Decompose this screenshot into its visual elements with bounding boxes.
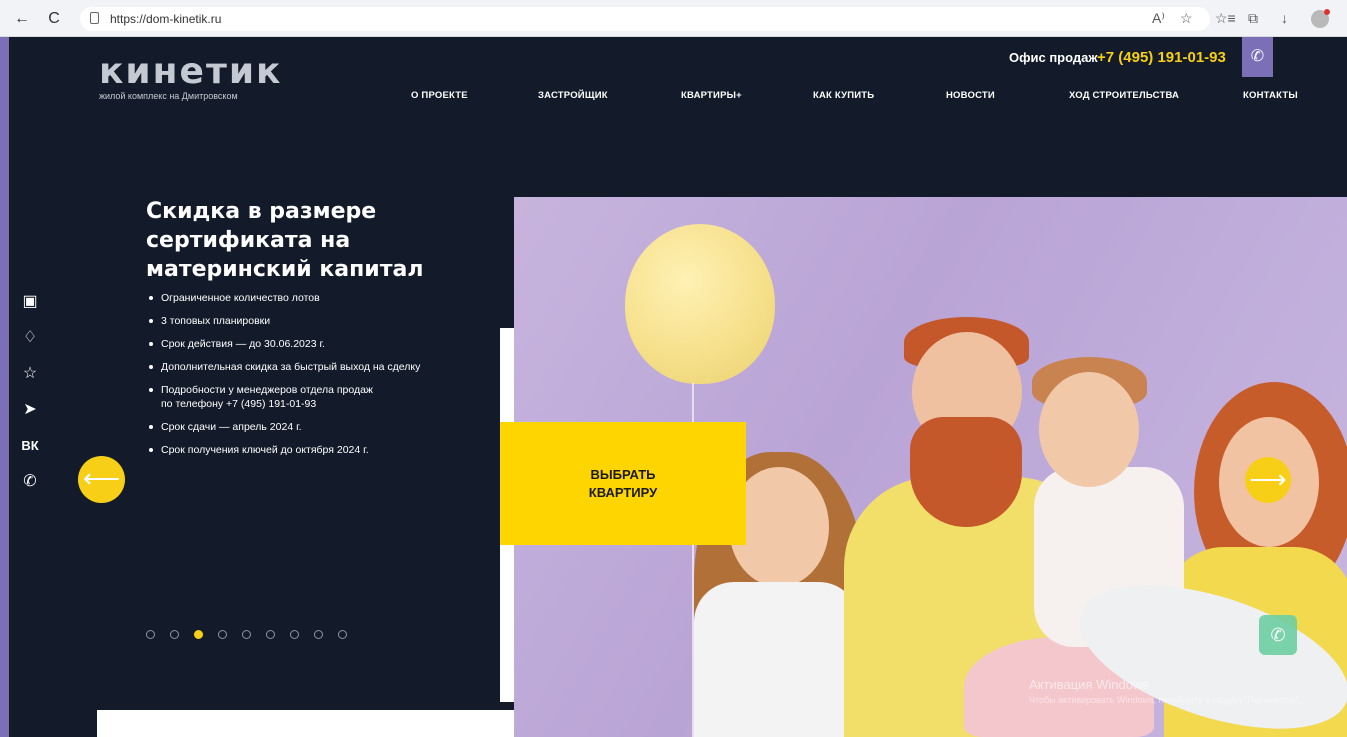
feature-item: Срок сдачи — апрель 2024 г.: [149, 420, 420, 434]
slider-dot[interactable]: [314, 630, 323, 639]
download-icon[interactable]: ↓: [1281, 10, 1288, 26]
callback-widget[interactable]: ✆: [1259, 615, 1297, 655]
menu-item-news[interactable]: НОВОСТИ: [946, 90, 995, 101]
logo-word: кинетик: [99, 51, 283, 92]
menu-item-how-to-buy[interactable]: КАК КУПИТЬ: [813, 90, 874, 101]
menu-item-developer[interactable]: ЗАСТРОЙЩИК: [538, 90, 608, 101]
slider-dot[interactable]: [290, 630, 299, 639]
address-bar[interactable]: https://dom-kinetik.ru: [80, 7, 1210, 31]
arrow-right-icon: ⟶: [1249, 464, 1287, 494]
choose-apartment-button[interactable]: ВЫБРАТЬ КВАРТИРУ: [500, 422, 746, 545]
notification-dot: [1324, 9, 1330, 15]
feature-list: Ограниченное количество лотов 3 топовых …: [149, 291, 420, 466]
slider-dot[interactable]: [170, 630, 179, 639]
feature-item: Подробности у менеджеров отдела продаж п…: [149, 383, 420, 411]
favorites-list-icon[interactable]: ☆≡: [1215, 10, 1236, 27]
call-icon: ✆: [1270, 625, 1286, 645]
menu-item-apartments[interactable]: КВАРТИРЫ+: [681, 90, 742, 101]
social-sidebar: ▣ ♢ ☆ ➤ ВК ✆: [20, 292, 40, 508]
feature-item: Срок получения ключей до октября 2024 г.: [149, 443, 420, 457]
url-text: https://dom-kinetik.ru: [110, 12, 222, 26]
slider-dot[interactable]: [146, 630, 155, 639]
feature-item: Ограниченное количество лотов: [149, 291, 420, 305]
arrow-left-icon: ⟵: [82, 463, 121, 493]
star-icon[interactable]: ☆: [20, 364, 40, 400]
whatsapp-icon[interactable]: ✆: [20, 472, 40, 508]
feature-item: 3 топовых планировки: [149, 314, 420, 328]
refresh-icon[interactable]: C: [44, 9, 64, 29]
photo-shape: [1039, 372, 1139, 487]
favorite-icon[interactable]: ☆: [1180, 10, 1193, 27]
photo-shape: [910, 417, 1022, 527]
website: кинетик жилой комплекс на Дмитровском Оф…: [9, 37, 1347, 737]
phone-button[interactable]: ✆: [1242, 37, 1273, 77]
photo-shape: [694, 582, 859, 737]
white-panel: [97, 710, 514, 737]
office-label: Офис продаж: [1009, 50, 1098, 65]
slider-dot[interactable]: [338, 630, 347, 639]
slider-dot[interactable]: [194, 630, 203, 639]
slider-dots: [146, 630, 347, 639]
slider-dot[interactable]: [218, 630, 227, 639]
windows-watermark: Активация Windows: [1029, 677, 1149, 692]
menu-item-construction[interactable]: ХОД СТРОИТЕЛЬСТВА: [1069, 90, 1179, 101]
menu-item-about[interactable]: О ПРОЕКТЕ: [411, 90, 468, 101]
read-aloud-icon[interactable]: A⁾: [1152, 10, 1165, 27]
feature-item: Срок действия — до 30.06.2023 г.: [149, 337, 420, 351]
feature-item: Дополнительная скидка за быстрый выход н…: [149, 360, 420, 374]
diamond-icon[interactable]: ♢: [20, 328, 40, 364]
office-phone[interactable]: +7 (495) 191-01-93: [1097, 49, 1226, 66]
next-slide-button[interactable]: ⟶: [1245, 457, 1291, 503]
logo[interactable]: кинетик жилой комплекс на Дмитровском: [99, 51, 283, 102]
slide-title: Скидка в размере сертификата на материнс…: [146, 199, 424, 282]
browser-toolbar: ← C https://dom-kinetik.ru A⁾ ☆ ☆≡ ⧉ ↓: [0, 0, 1347, 37]
menu-item-contacts[interactable]: КОНТАКТЫ: [1243, 90, 1298, 101]
slider-dot[interactable]: [242, 630, 251, 639]
back-icon[interactable]: ←: [12, 9, 32, 29]
phone-icon: ✆: [1250, 48, 1265, 65]
balloon-image: [625, 224, 775, 384]
slider-dot[interactable]: [266, 630, 275, 639]
lock-icon: [90, 12, 99, 24]
gallery-icon[interactable]: ▣: [20, 292, 40, 328]
telegram-icon[interactable]: ➤: [20, 400, 40, 436]
collections-icon[interactable]: ⧉: [1248, 10, 1258, 27]
prev-slide-button[interactable]: ⟵: [78, 456, 125, 503]
windows-watermark-sub: Чтобы активировать Windows, перейдите в …: [1029, 695, 1301, 705]
vk-icon[interactable]: ВК: [20, 436, 40, 472]
logo-subtitle: жилой комплекс на Дмитровском: [99, 91, 238, 101]
